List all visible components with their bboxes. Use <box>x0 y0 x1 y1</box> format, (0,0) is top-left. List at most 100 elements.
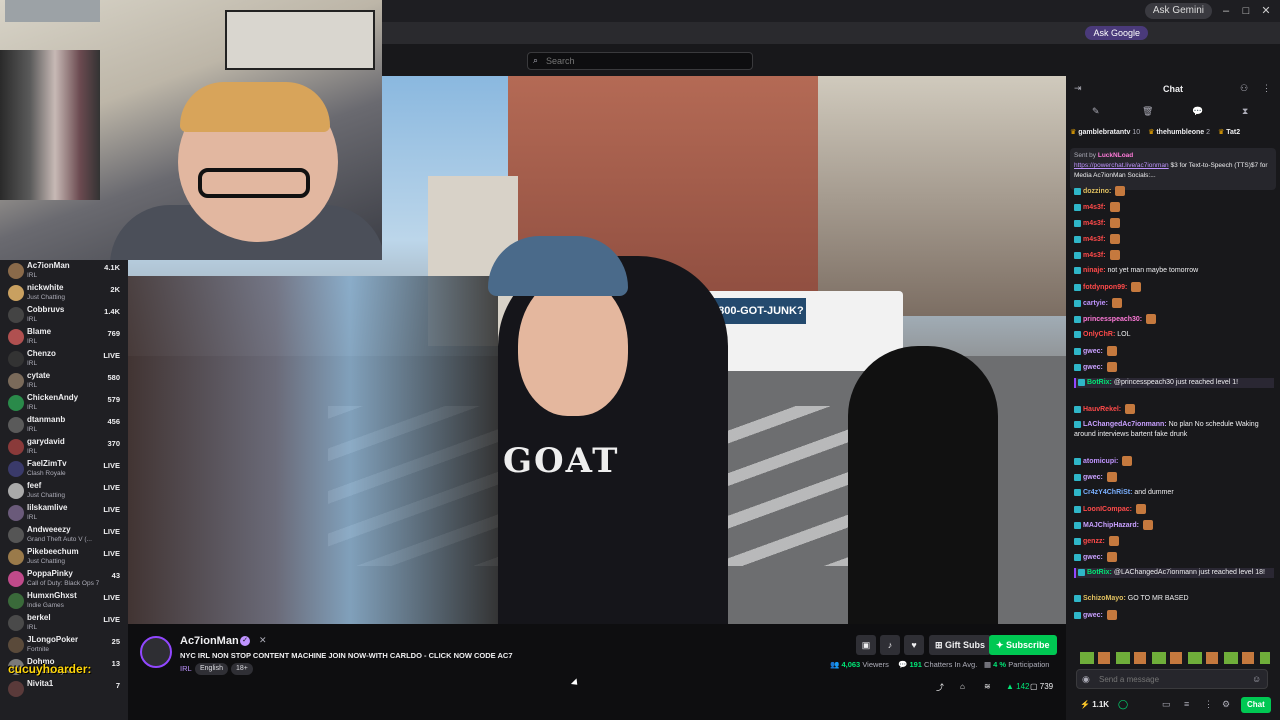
timer-icon[interactable]: ⧗ <box>1242 106 1248 117</box>
points-icon[interactable]: ◯ <box>1118 699 1128 710</box>
wifi-icon[interactable]: ≋ <box>984 682 991 691</box>
gift-subs-label: Gift Subs <box>945 640 986 650</box>
chat-username[interactable]: m4s3f: <box>1083 220 1106 227</box>
sidebar-channel-item[interactable]: garydavid IRL 370 <box>0 436 128 458</box>
chat-username[interactable]: ninaje: <box>1083 267 1106 274</box>
users-icon[interactable]: ⚇ <box>1240 83 1248 94</box>
pin-icon[interactable]: ✎ <box>1092 106 1100 117</box>
sidebar-channel-item[interactable]: Blame IRL 769 <box>0 326 128 348</box>
subscribe-button[interactable]: ✦ Subscribe <box>989 635 1057 655</box>
gift-subs-button[interactable]: ⊞ Gift Subs <box>929 635 992 655</box>
chat-username[interactable]: gwec: <box>1083 612 1103 619</box>
likes-count[interactable]: ▲ 142 <box>1006 682 1030 691</box>
sidebar-channel-item[interactable]: PoppaPinky Call of Duty: Black Ops 7 43 <box>0 568 128 590</box>
sidebar-channel-item[interactable]: Pikebeechum Just Chatting LIVE <box>0 546 128 568</box>
more-icon[interactable]: ⋮ <box>1262 83 1271 94</box>
chat-username[interactable]: genzz: <box>1083 538 1105 545</box>
chat-username[interactable]: HauvRekel: <box>1083 406 1121 413</box>
chat-username[interactable]: gwec: <box>1083 474 1103 481</box>
list-icon[interactable]: ≡ <box>1184 699 1189 709</box>
chat-username[interactable]: LAChangedAc7ionmann: <box>1083 421 1167 428</box>
tag-age[interactable]: 18+ <box>231 663 253 675</box>
channel-viewers: LIVE <box>103 483 120 492</box>
sidebar-channel-item[interactable]: Nivita1 7 <box>0 678 128 700</box>
pinned-link[interactable]: https://powerchat.live/ac7ionman <box>1074 162 1169 169</box>
search-input[interactable] <box>527 52 753 70</box>
chat-username[interactable]: BotRix: <box>1087 569 1112 576</box>
chat-username[interactable]: m4s3f: <box>1083 236 1106 243</box>
sidebar-channel-item[interactable]: dtanmanb IRL 456 <box>0 414 128 436</box>
chat-username[interactable]: princesspeach30: <box>1083 316 1142 323</box>
smiley-icon[interactable]: ☺ <box>1252 674 1261 684</box>
channel-viewers: 43 <box>111 571 120 580</box>
badge-icon <box>1074 553 1081 561</box>
sidebar-channel-item[interactable]: ChickenAndy IRL 579 <box>0 392 128 414</box>
tag-language[interactable]: English <box>195 663 228 675</box>
chat-username[interactable]: cartyie: <box>1083 300 1108 307</box>
chat-username[interactable]: LoonICompac: <box>1083 506 1132 513</box>
minimize-icon[interactable]: – <box>1218 3 1234 19</box>
sidebar-channel-item[interactable]: feef Just Chatting LIVE <box>0 480 128 502</box>
chat-username[interactable]: gwec: <box>1083 554 1103 561</box>
chat-username[interactable]: Cr4zY4ChRiSt: <box>1083 489 1132 496</box>
sidebar-channel-item[interactable]: JLongoPoker Fortnite 25 <box>0 634 128 656</box>
notification-bell-icon[interactable]: ♪ <box>880 635 900 655</box>
lock-icon[interactable]: ⌂ <box>960 682 965 691</box>
emoji-icon[interactable]: ◉ <box>1082 674 1090 685</box>
clip-icon[interactable]: ▣ <box>856 635 876 655</box>
sidebar-channel-item[interactable]: Cobbruvs IRL 1.4K <box>0 304 128 326</box>
chat-username[interactable]: fotdynpon99: <box>1083 284 1127 291</box>
maximize-icon[interactable]: □ <box>1238 3 1254 19</box>
sidebar-channel-item[interactable]: berkel IRL LIVE <box>0 612 128 634</box>
chat-message: ninaje: not yet man maybe tomorrow <box>1074 266 1274 276</box>
ask-gemini-button[interactable]: Ask Gemini <box>1144 3 1212 19</box>
leaderboard-entry[interactable]: ♛ Tat2 <box>1218 129 1240 136</box>
chat-username[interactable]: BotRix: <box>1087 379 1112 386</box>
sidebar-channel-item[interactable]: lilskamlive IRL LIVE <box>0 502 128 524</box>
close-icon[interactable]: ✕ <box>1258 3 1274 19</box>
channel-points[interactable]: ⚡ 1.1K <box>1080 700 1109 709</box>
chat-username[interactable]: dozzino: <box>1083 188 1111 195</box>
chat-username[interactable]: OnlyChR: <box>1083 331 1115 338</box>
comments-value: 739 <box>1039 682 1054 691</box>
chat-username[interactable]: gwec: <box>1083 364 1103 371</box>
chat-send-button[interactable]: Chat <box>1241 697 1271 713</box>
chat-username[interactable]: m4s3f: <box>1083 252 1106 259</box>
badge-icon <box>1074 457 1081 465</box>
streamer-name[interactable]: Ac7ionMan <box>180 635 239 647</box>
comments-count[interactable]: ▢ 739 <box>1030 682 1053 691</box>
sidebar-channel-item[interactable]: Chenzo IRL LIVE <box>0 348 128 370</box>
chat-username[interactable]: MAJChipHazard: <box>1083 522 1139 529</box>
leaderboard-entry[interactable]: ♛ gamblebratantv 10 <box>1070 129 1140 136</box>
heart-icon[interactable]: ♥ <box>904 635 924 655</box>
speech-icon[interactable]: 💬 <box>1192 106 1203 117</box>
chat-input[interactable] <box>1076 669 1268 689</box>
ask-google-button[interactable]: Ask Google <box>1085 26 1148 40</box>
chat-username[interactable]: atomicupi: <box>1083 458 1118 465</box>
chat-username[interactable]: SchizoMayo: <box>1083 595 1126 602</box>
sidebar-channel-item[interactable]: nickwhite Just Chatting 2K <box>0 282 128 304</box>
channel-name: Nivita1 <box>27 679 54 688</box>
stream-category[interactable]: IRL <box>180 664 192 673</box>
leaderboard-entry[interactable]: ♛ thehumbleone 2 <box>1148 129 1210 136</box>
trash-icon[interactable]: 🗑 <box>1142 106 1153 117</box>
channel-avatar <box>8 637 24 653</box>
chat-username[interactable]: m4s3f: <box>1083 204 1106 211</box>
emote-icon <box>1109 250 1120 260</box>
sidebar-channel-item[interactable]: cytate IRL 580 <box>0 370 128 392</box>
sidebar-channel-item[interactable]: HumxnGhxst Indie Games LIVE <box>0 590 128 612</box>
pinned-from-label: Sent by <box>1074 152 1097 159</box>
sidebar-channel-item[interactable]: Ac7ionMan IRL 4.1K <box>0 260 128 282</box>
whisper-icon[interactable]: ▭ <box>1162 699 1171 710</box>
close-icon[interactable]: ✕ <box>259 635 267 646</box>
sidebar-channel-item[interactable]: Andweeezy Grand Theft Auto V (... LIVE <box>0 524 128 546</box>
settings-icon[interactable]: ⚙ <box>1222 699 1230 710</box>
viewer-count: 👥 4,063 Viewers <box>830 660 889 669</box>
streamer-avatar[interactable] <box>140 636 172 668</box>
chat-username[interactable]: gwec: <box>1083 348 1103 355</box>
emote-bar[interactable] <box>1080 652 1270 664</box>
more-options-icon[interactable]: ⋮ <box>1204 699 1213 710</box>
emote-icon <box>1106 362 1117 372</box>
share-icon[interactable]: ⤴ <box>936 682 944 693</box>
sidebar-channel-item[interactable]: FaeIZimTv Clash Royale LIVE <box>0 458 128 480</box>
